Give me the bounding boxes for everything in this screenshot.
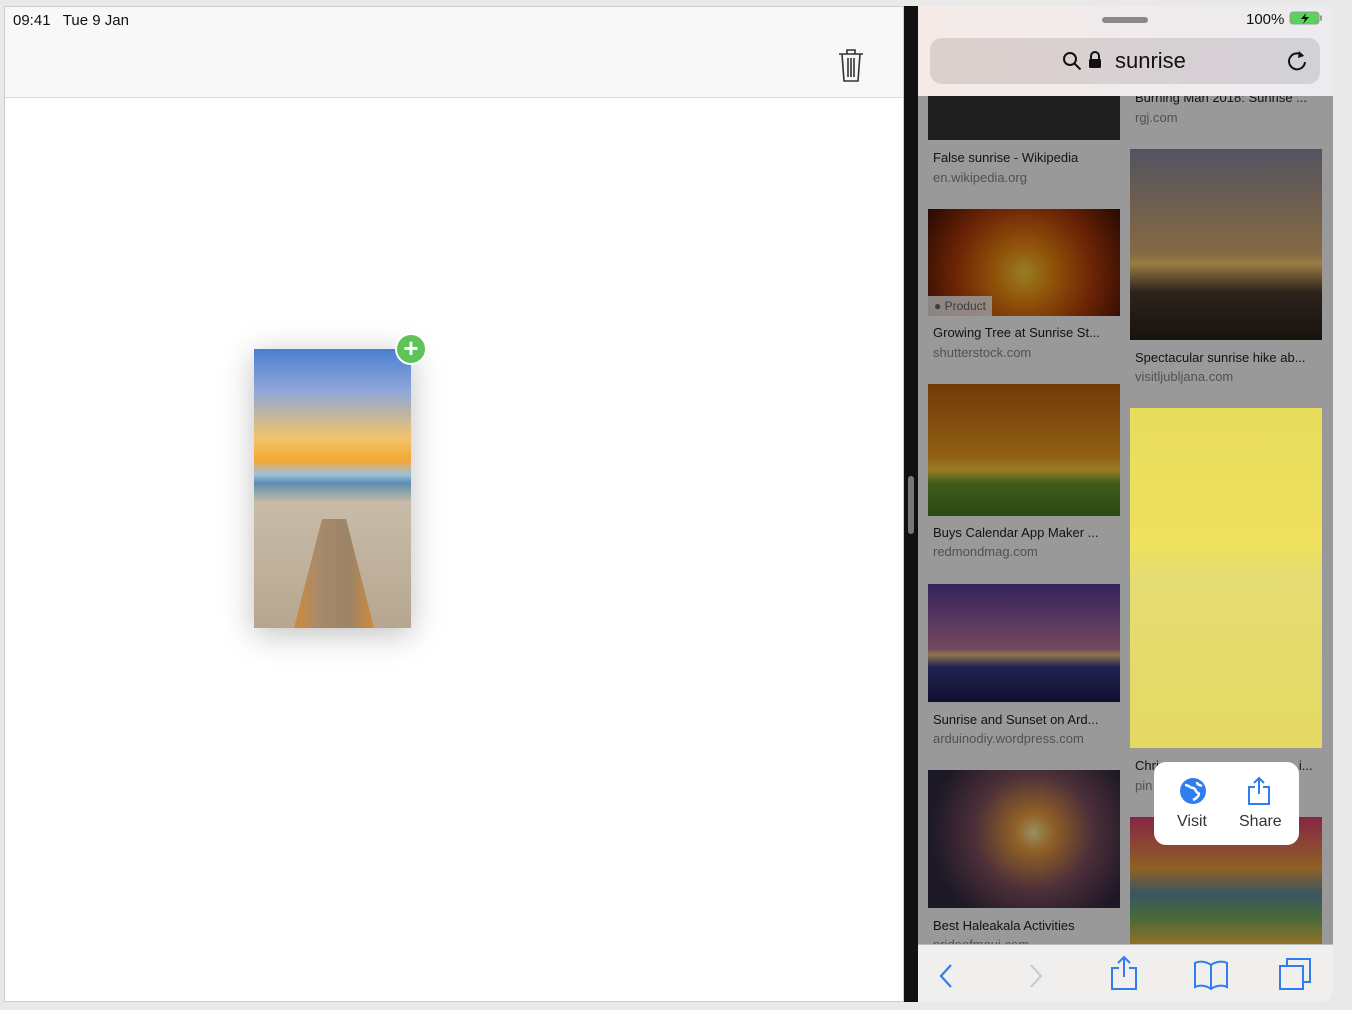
left-toolbar: 09:41 Tue 9 Jan <box>5 7 903 98</box>
grabber-handle[interactable] <box>1102 17 1148 23</box>
add-badge-icon: + <box>395 333 427 365</box>
dragged-image-preview[interactable] <box>254 349 411 628</box>
status-clock: 09:41 Tue 9 Jan <box>13 12 129 29</box>
left-app-pane: 09:41 Tue 9 Jan <box>4 6 904 1002</box>
back-icon[interactable] <box>938 963 954 989</box>
share-icon[interactable] <box>1110 955 1138 991</box>
trash-icon[interactable] <box>837 47 865 83</box>
battery-status: 100% <box>1246 11 1323 28</box>
search-icon <box>1063 52 1082 71</box>
url-text: sunrise <box>1115 48 1186 73</box>
selected-result-image[interactable] <box>1130 408 1322 748</box>
forward-icon[interactable] <box>1028 963 1044 989</box>
reload-icon[interactable] <box>1286 49 1308 73</box>
tabs-icon[interactable] <box>1278 957 1312 991</box>
divider-handle[interactable] <box>908 476 914 534</box>
battery-icon <box>1289 11 1322 25</box>
lock-icon <box>1089 51 1101 68</box>
address-bar[interactable]: sunrise <box>930 38 1320 84</box>
boardwalk <box>294 519 374 628</box>
safari-header: 100% sunrise <box>918 6 1333 96</box>
bookmarks-icon[interactable] <box>1193 959 1229 991</box>
context-menu: Visit Share <box>1154 762 1299 845</box>
safari-pane: False sunrise - Wikipedia en.wikipedia.o… <box>918 6 1333 1002</box>
visit-button[interactable]: Visit <box>1164 762 1224 845</box>
visit-label: Visit <box>1177 813 1207 830</box>
share-label: Share <box>1239 813 1282 830</box>
share-button[interactable]: Share <box>1229 762 1294 845</box>
share-icon <box>1248 776 1270 805</box>
safari-bottom-toolbar <box>918 944 1333 1002</box>
globe-icon <box>1180 778 1206 804</box>
